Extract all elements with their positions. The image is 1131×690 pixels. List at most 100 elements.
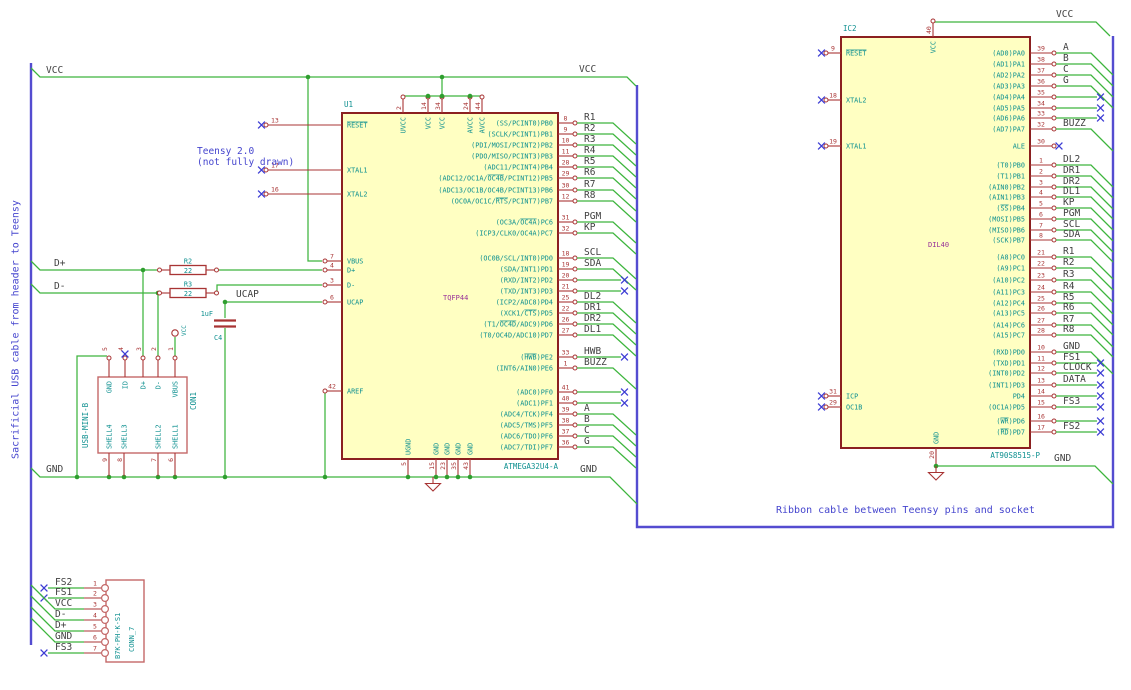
pin-name: (PDI/MOSI/PCINT2)PB2	[471, 142, 553, 150]
pin-end-circle	[322, 282, 328, 288]
pin-number: 16	[1037, 413, 1045, 421]
pin-name: (ADC1)PF1	[516, 400, 553, 408]
junction-dot	[439, 74, 445, 80]
net-label: R2	[584, 123, 595, 134]
pin-number: 4	[93, 612, 97, 620]
pin-name: (ICP2/ADC8)PD4	[496, 299, 553, 307]
pin-number: 1	[93, 580, 97, 588]
pin-end-circle	[1051, 404, 1057, 410]
ic2-at90s8515-value: AT90S8515-P	[990, 451, 1040, 460]
net-label: VCC	[579, 64, 596, 75]
pin-pad-circle	[100, 604, 109, 613]
pin-number: 2	[93, 590, 97, 598]
pin-number: 2	[1039, 168, 1043, 176]
pin-name: (PDO/MISO/PCINT3)PB3	[471, 153, 553, 161]
pin-number: 5	[1039, 200, 1043, 208]
junction-dot	[322, 474, 328, 480]
net-label: GND	[1054, 453, 1071, 464]
pin-end-circle	[1051, 254, 1057, 260]
pin-end-circle	[1051, 277, 1057, 283]
pin-name: (RD)PD7	[996, 429, 1025, 437]
pin-number: 23	[1037, 272, 1045, 280]
net-label: R6	[1063, 302, 1075, 313]
pin-name: (OC0B/SCL/INT0)PD0	[479, 255, 553, 263]
pin-number: 34	[1037, 100, 1045, 108]
vcc-power-label: VCC	[181, 325, 188, 336]
pin-number: 28	[562, 159, 570, 167]
pin-number: 39	[1037, 45, 1045, 53]
no-connect-icon	[1096, 104, 1105, 112]
resistor-r2-ref: R2	[184, 258, 192, 266]
pin-number: 5	[93, 623, 97, 631]
pin-end-circle	[1051, 265, 1057, 271]
no-connect-icon	[1096, 369, 1105, 377]
net-label: VCC	[1056, 9, 1073, 20]
pin-number: 36	[1037, 78, 1045, 86]
pin-number: 30	[1037, 138, 1045, 146]
ground-icon	[927, 471, 945, 481]
pin-name: (AD0)PA0	[992, 50, 1025, 58]
pin-name: (RXD/INT2)PD2	[500, 277, 553, 285]
wire	[216, 284, 322, 291]
junction-dot	[140, 267, 146, 273]
wire	[307, 77, 322, 262]
pin-number: 4	[330, 262, 334, 270]
pin-number: 19	[829, 138, 837, 146]
pin-number: 40	[925, 26, 933, 34]
pin-number: 5	[400, 462, 408, 466]
conn7-ref: CONN_7	[128, 627, 136, 652]
pin-number: 33	[1037, 110, 1045, 118]
no-connect-icon	[620, 287, 629, 295]
pin-end-circle	[1051, 216, 1057, 222]
pin-end-circle	[823, 97, 829, 103]
pin-end-circle	[572, 389, 578, 395]
no-connect-icon	[1096, 114, 1105, 122]
pin-end-circle	[122, 355, 128, 361]
net-label: SCL	[584, 247, 601, 258]
pin-end-circle	[140, 355, 146, 361]
pin-end-circle	[1051, 83, 1057, 89]
no-connect-icon	[620, 399, 629, 407]
junction-dot	[433, 474, 439, 480]
net-label: D+	[55, 620, 67, 631]
net-label: FS3	[1063, 396, 1080, 407]
pin-number: 7	[93, 645, 97, 653]
pin-end-circle	[572, 219, 578, 225]
pin-number: 20	[562, 272, 570, 280]
pin-number: 3	[135, 347, 143, 351]
pin-name: PD4	[1013, 393, 1025, 401]
no-connect-icon	[620, 388, 629, 396]
no-connect-icon	[40, 584, 48, 592]
pin-number: 38	[1037, 56, 1045, 64]
pin-name: (ICP3/CLK0/OC4A)PC7	[475, 230, 553, 238]
con1-ref: CON1	[189, 392, 198, 410]
pin-name: ICP	[846, 393, 858, 401]
pin-end-circle	[572, 142, 578, 148]
pin-name: (ADC12/OC1A/OC4B/PCINT12)PB5	[438, 175, 553, 183]
pin-number: 7	[1039, 222, 1043, 230]
pin-number: 43	[462, 462, 470, 470]
net-label: PGM	[584, 211, 601, 222]
net-label: R5	[584, 156, 595, 167]
pin-number: 4	[117, 347, 125, 351]
conn7-value: B7K-PH-K-S1	[114, 613, 122, 659]
pin-number: 31	[562, 214, 570, 222]
pin-name: (INT1)PD3	[988, 382, 1025, 390]
pin-end-circle	[1051, 349, 1057, 355]
no-connect-icon	[620, 276, 629, 284]
pin-number: 1	[1039, 157, 1043, 165]
pin-name: XTAL1	[347, 167, 367, 175]
pin-number: 10	[1037, 344, 1045, 352]
pin-name: VCC	[425, 117, 433, 129]
net-label: C	[584, 425, 590, 436]
capacitor-c4-value: 1uF	[201, 310, 213, 318]
pin-end-circle	[1051, 429, 1057, 435]
pin-name: (MOSI)PB5	[988, 216, 1025, 224]
resistor-r2-value: 22	[184, 267, 192, 275]
pin-name: (RXD)PD0	[992, 349, 1025, 357]
net-label: D-	[54, 281, 65, 292]
net-label: R4	[584, 145, 596, 156]
junction-dot	[467, 93, 473, 99]
pin-number: 26	[562, 316, 570, 324]
pin-name: (WR)PD6	[996, 418, 1025, 426]
